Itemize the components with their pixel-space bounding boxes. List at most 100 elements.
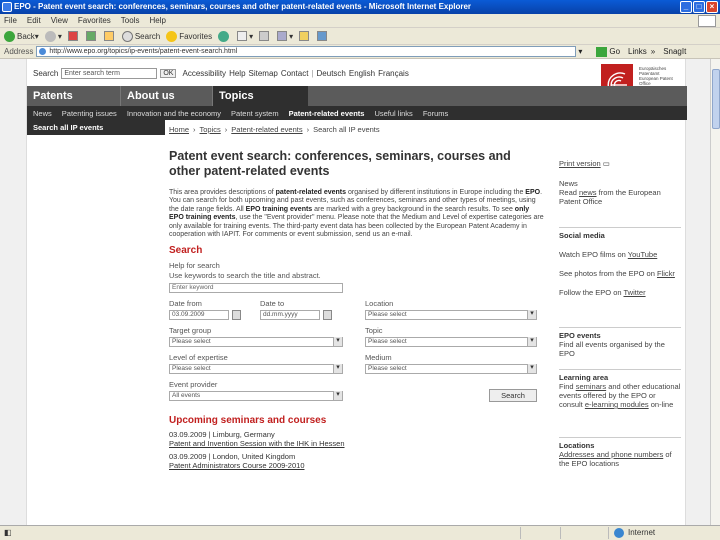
search-button[interactable]: Search	[489, 389, 537, 403]
site-search-ok-button[interactable]: OK	[160, 69, 177, 78]
target-group-select[interactable]: Please select	[169, 337, 343, 348]
nav-tab-topics[interactable]: Topics	[212, 86, 308, 106]
date-from-calendar-icon[interactable]	[232, 310, 241, 321]
location-select[interactable]: Please select	[365, 310, 537, 321]
refresh-button[interactable]	[85, 31, 98, 41]
close-button[interactable]: ×	[706, 1, 718, 13]
search-heading: Search	[169, 245, 203, 257]
maximize-button[interactable]: □	[693, 1, 705, 13]
home-button[interactable]	[103, 31, 116, 41]
leftnav-search-all-ip-events[interactable]: Search all IP events	[27, 120, 165, 135]
addresses-link[interactable]: Addresses and phone numbers	[559, 450, 663, 459]
scrollbar-thumb[interactable]	[712, 69, 720, 129]
address-dropdown-icon[interactable]: ▾	[578, 47, 582, 56]
search-help-text: Use keywords to search the title and abs…	[169, 271, 321, 281]
separator: |	[311, 69, 314, 78]
snagit-button[interactable]: SnagIt	[663, 47, 686, 56]
nav-tab-patents[interactable]: Patents	[27, 86, 120, 106]
subnav-news[interactable]: News	[33, 109, 52, 118]
menu-edit[interactable]: Edit	[27, 14, 41, 27]
date-to-calendar-icon[interactable]	[323, 310, 332, 321]
go-button[interactable]: Go	[596, 46, 620, 57]
lang-deutsch[interactable]: Deutsch	[317, 69, 346, 78]
medium-select[interactable]: Please select	[365, 364, 537, 375]
main-navigation: Patents About us Topics	[27, 86, 687, 106]
event-link[interactable]: Patent and Invention Session with the IH…	[169, 439, 545, 449]
breadcrumb-home[interactable]: Home	[169, 125, 189, 134]
e-learning-link[interactable]: e-learning modules	[585, 400, 649, 409]
history-button[interactable]	[218, 30, 231, 42]
menu-favorites[interactable]: Favorites	[78, 14, 111, 27]
subnav-patenting-issues[interactable]: Patenting issues	[62, 109, 117, 118]
subnav-innovation[interactable]: Innovation and the economy	[127, 109, 221, 118]
go-arrow-icon	[596, 46, 608, 57]
windows-flag-icon	[698, 15, 716, 27]
keyword-input[interactable]: Enter keyword	[169, 283, 343, 294]
folder-icon	[299, 31, 310, 41]
search-form: Date from 03.09.2009 Date to dd.mm.yyyy …	[169, 295, 545, 405]
menu-tools[interactable]: Tools	[121, 14, 140, 27]
upcoming-events: Upcoming seminars and courses 03.09.2009…	[169, 415, 545, 470]
links-button[interactable]: Links	[628, 47, 647, 56]
social-media-block: Social media Watch EPO films on YouTube …	[559, 227, 681, 297]
nav-filler	[308, 86, 687, 106]
minimize-button[interactable]: _	[680, 1, 692, 13]
address-input[interactable]: http://www.epo.org/topics/ip-events/pate…	[36, 46, 577, 57]
date-to-input[interactable]: dd.mm.yyyy	[260, 310, 320, 321]
links-chevron-icon[interactable]: »	[651, 47, 655, 56]
stop-button[interactable]	[67, 31, 80, 41]
news-text: Read news from the European Patent Offic…	[559, 188, 661, 206]
site-search-input[interactable]: Enter search term	[61, 68, 158, 79]
site-search-bar: Search Enter search term OK Accessibilit…	[33, 68, 412, 79]
link-help[interactable]: Help	[229, 69, 245, 78]
seminars-link[interactable]: seminars	[576, 382, 606, 391]
date-from-input[interactable]: 03.09.2009	[169, 310, 229, 321]
favorites-button[interactable]: Favorites	[166, 30, 212, 42]
vertical-scrollbar[interactable]	[710, 59, 720, 525]
topic-label: Topic	[365, 326, 383, 336]
lang-francais[interactable]: Français	[378, 69, 409, 78]
search-help-link[interactable]: Help for search	[169, 261, 545, 271]
twitter-link[interactable]: Twitter	[623, 288, 645, 297]
link-accessibility[interactable]: Accessibility	[182, 69, 226, 78]
menu-view[interactable]: View	[51, 14, 68, 27]
search-button[interactable]: Search	[121, 30, 160, 42]
menu-help[interactable]: Help	[149, 14, 165, 27]
link-sitemap[interactable]: Sitemap	[249, 69, 278, 78]
breadcrumb-separator: ›	[224, 125, 228, 134]
link-contact[interactable]: Contact	[281, 69, 309, 78]
subnav-patent-related-events[interactable]: Patent-related events	[289, 109, 365, 118]
ie-icon	[2, 2, 12, 12]
level-select[interactable]: Please select	[169, 364, 343, 375]
folder-button[interactable]	[299, 31, 311, 41]
news-link[interactable]: news	[579, 188, 597, 197]
breadcrumb-patent-related-events[interactable]: Patent-related events	[231, 125, 302, 134]
main-content: Patent event search: conferences, semina…	[169, 149, 545, 470]
edit-button[interactable]: ▾	[277, 31, 293, 41]
provider-select[interactable]: All events	[169, 391, 343, 402]
youtube-link[interactable]: YouTube	[628, 250, 657, 259]
subnav-patent-system[interactable]: Patent system	[231, 109, 279, 118]
back-button[interactable]: Back ▾	[4, 30, 39, 42]
learning-area-block: Learning area Find seminars and other ed…	[559, 369, 681, 409]
print-version-link[interactable]: Print version	[559, 159, 601, 168]
forward-button[interactable]: ▾	[44, 30, 62, 42]
back-arrow-icon	[4, 30, 15, 42]
print-icon[interactable]: ▭	[603, 159, 610, 168]
bookmark-button[interactable]	[317, 31, 329, 41]
nav-tab-about-us[interactable]: About us	[120, 86, 212, 106]
upcoming-heading: Upcoming seminars and courses	[169, 415, 327, 427]
event-link[interactable]: Patent Administrators Course 2009-2010	[169, 461, 545, 471]
breadcrumb-topics[interactable]: Topics	[200, 125, 221, 134]
location-label: Location	[365, 299, 394, 309]
mail-button[interactable]: ▾	[237, 31, 253, 41]
status-divider	[608, 527, 609, 539]
subnav-forums[interactable]: Forums	[423, 109, 448, 118]
menu-file[interactable]: File	[4, 14, 17, 27]
flickr-link[interactable]: Flickr	[657, 269, 675, 278]
lang-english[interactable]: English	[349, 69, 375, 78]
topic-select[interactable]: Please select	[365, 337, 537, 348]
print-button[interactable]	[259, 31, 271, 41]
twitter-text: Follow the EPO on Twitter	[559, 288, 646, 297]
subnav-useful-links[interactable]: Useful links	[374, 109, 412, 118]
